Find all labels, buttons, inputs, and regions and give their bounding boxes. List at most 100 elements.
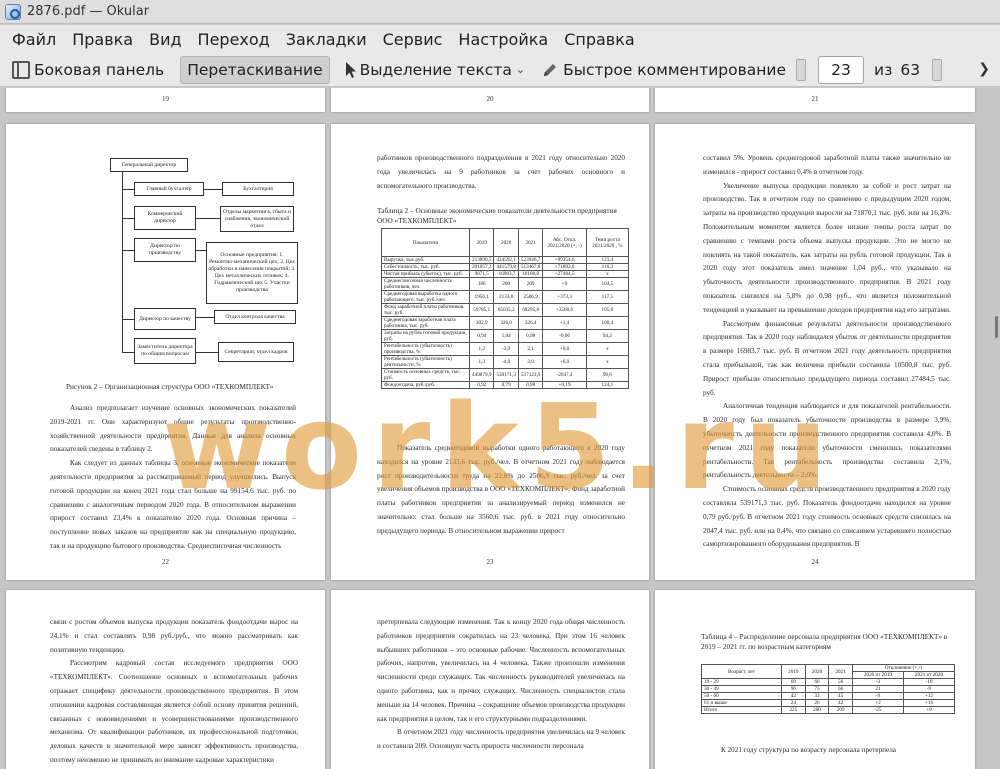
table-cell: +9 bbox=[902, 706, 956, 714]
table-cell: 424592,1 bbox=[493, 256, 519, 264]
table-cell: 0,94 bbox=[468, 329, 495, 343]
menu-help[interactable]: Справка bbox=[556, 30, 643, 49]
table-row: Выручка, тыс.руб. 213890,5 424592,1 523946,… bbox=[381, 256, 630, 264]
menu-settings[interactable]: Настройка bbox=[450, 30, 556, 49]
chevron-down-icon[interactable]: ⌄ bbox=[516, 63, 525, 76]
document-view[interactable]: 19 20 21 Генеральный директор Главный бу… bbox=[0, 88, 1000, 769]
table-cell: 59785,1 bbox=[468, 303, 495, 317]
table-header-cell: Показатели bbox=[381, 228, 470, 257]
chevron-right-icon[interactable]: ❯ bbox=[978, 61, 990, 77]
table-row: Среднегодовая выработка одного работающе… bbox=[381, 290, 630, 304]
table-cell: Итого bbox=[701, 706, 782, 714]
org-production-director: Директор по производству bbox=[134, 238, 196, 262]
table-row: 61 и выше 24 26 42 +2 +16 bbox=[701, 699, 956, 707]
figure-caption: Рисунок 2 – Организационная структура ОО… bbox=[66, 382, 274, 391]
table-cell: 200 bbox=[804, 706, 830, 714]
age-distribution-table: Возраст, лет 2019 2020 2021 Отклонение (… bbox=[701, 664, 956, 714]
org-production-units: Основные предприятия: 1. Ремонтно-механи… bbox=[206, 242, 298, 304]
table-cell: 0,98 bbox=[517, 329, 544, 343]
table-cell: 2,0 bbox=[517, 355, 544, 369]
window-title: 2876.pdf — Okular bbox=[27, 4, 150, 19]
table-cell: Стоимость основных средств, тыс. руб. bbox=[381, 368, 470, 382]
table-cell: 116,3 bbox=[585, 263, 630, 271]
table-cell: 96 bbox=[781, 685, 806, 693]
next-page-button[interactable] bbox=[932, 58, 943, 81]
sidebar-toggle-button[interactable]: Боковая панель bbox=[6, 56, 170, 84]
table-cell: -0,06 bbox=[542, 329, 587, 343]
table-cell: 449879,9 bbox=[468, 368, 495, 382]
table-cell: 26 bbox=[804, 699, 830, 707]
table-cell: 100,4 bbox=[585, 316, 630, 330]
table-header-cell: 2020 от 2019 bbox=[851, 671, 904, 679]
browse-tool-button[interactable]: Перетаскивание bbox=[180, 55, 330, 84]
table-cell: 209 bbox=[828, 706, 853, 714]
scrollbar-thumb[interactable] bbox=[995, 316, 998, 338]
menu-file[interactable]: Файл bbox=[4, 30, 64, 49]
table-header-cell: 2019 bbox=[781, 664, 806, 679]
table-cell: 104,5 bbox=[585, 277, 630, 291]
table-cell: 66 bbox=[804, 678, 830, 686]
page-number: 23 bbox=[486, 558, 494, 566]
table-cell: 0,92 bbox=[468, 381, 495, 389]
table-cell: -9 bbox=[851, 692, 904, 700]
table-cell: -25 bbox=[851, 706, 904, 714]
table-cell: 2,1 bbox=[517, 342, 544, 356]
table-cell: 105,0 bbox=[585, 303, 630, 317]
table-header-cell: 2021 от 2020 bbox=[902, 671, 956, 679]
page-body-text: работников производственного подразделен… bbox=[377, 152, 625, 193]
table-row: Стоимость основных средств, тыс. руб. 449… bbox=[381, 368, 630, 382]
page-number: 20 bbox=[486, 95, 494, 103]
page-body-text: Показатель среднегодовой выработки одног… bbox=[377, 442, 625, 539]
table-cell: 1,04 bbox=[493, 329, 519, 343]
previous-page-button[interactable] bbox=[796, 58, 806, 81]
menu-view[interactable]: Вид bbox=[141, 30, 189, 49]
table-cell: +6,0 bbox=[542, 342, 587, 356]
table-cell: 186 bbox=[468, 277, 495, 291]
title-bar: 2876.pdf — Okular bbox=[0, 0, 1000, 24]
menu-go[interactable]: Переход bbox=[190, 30, 278, 49]
table-row: Рентабельность (убыточность) деятельност… bbox=[381, 355, 630, 369]
page-19: 19 bbox=[6, 88, 325, 112]
table-cell: Чистая прибыль (убыток), тыс. руб. bbox=[381, 270, 470, 278]
table-header-cell: 2021 bbox=[828, 664, 853, 679]
page-number: 19 bbox=[162, 95, 169, 103]
main-toolbar: Боковая панель Перетаскивание Выделение … bbox=[0, 53, 1000, 87]
table-cell: 24 bbox=[781, 699, 806, 707]
menu-bookmarks[interactable]: Закладки bbox=[278, 30, 375, 49]
paragraph: работников производственного подразделен… bbox=[377, 154, 625, 190]
table-cell: Рентабельность (убыточность) производств… bbox=[381, 342, 470, 356]
table-cell: Рентабельность (убыточность) деятельност… bbox=[381, 355, 470, 369]
org-general-director: Генеральный директор bbox=[110, 158, 188, 172]
paragraph: Увеличение выпуска продукции повлекло за… bbox=[703, 181, 951, 314]
org-deputy-director: Заместитель директора по общим вопросам bbox=[134, 338, 196, 364]
table-cell: 123,4 bbox=[585, 256, 630, 264]
table-cell: Затраты на рубль готовой продукции, руб. bbox=[381, 329, 470, 343]
page-body-text: К 2021 году структура по возрасту персон… bbox=[701, 744, 949, 758]
paragraph: составил 5%. Уровень среднегодовой зараб… bbox=[703, 154, 951, 176]
page-total-label: 63 bbox=[900, 60, 921, 79]
text-select-tool-button[interactable]: Выделение текста ⌄ bbox=[336, 56, 531, 84]
quick-annotation-button[interactable]: Быстрое комментирование bbox=[535, 56, 792, 84]
table-row: Рентабельность (убыточность) производств… bbox=[381, 342, 630, 356]
table-cell: +373,3 bbox=[542, 290, 587, 304]
org-quality-department: Отдел контроля качества bbox=[214, 310, 296, 324]
menu-tools[interactable]: Сервис bbox=[375, 30, 451, 49]
page-number: 21 bbox=[811, 95, 819, 103]
table-cell: 75 bbox=[804, 685, 830, 693]
table-cell: -2047,4 bbox=[542, 368, 587, 382]
table-row: 19 - 29 69 66 56 -3 -10 bbox=[701, 678, 956, 686]
page-26: претерпевала следующие изменения. Так к … bbox=[331, 590, 649, 769]
paragraph: Рассмотрим кадровый состав исследуемого … bbox=[50, 659, 298, 764]
page-number-input[interactable]: 23 bbox=[818, 55, 864, 84]
okular-app-icon bbox=[5, 3, 21, 20]
menu-edit[interactable]: Правка bbox=[64, 30, 141, 49]
page-of-label: из bbox=[874, 60, 893, 79]
page-body-text: претерпевала следующие изменения. Так к … bbox=[377, 616, 625, 754]
table-cell: +16 bbox=[902, 699, 956, 707]
vertical-scrollbar[interactable] bbox=[992, 88, 1000, 769]
text-select-tool-label: Выделение текста bbox=[359, 60, 512, 79]
paragraph: В отчетном 2021 году численность предпри… bbox=[377, 728, 625, 751]
paragraph: претерпевала следующие изменения. Так к … bbox=[377, 618, 625, 723]
table-cell: 539171,3 bbox=[493, 368, 519, 382]
table-cell: Среднесписочная численность работников, … bbox=[381, 277, 470, 291]
